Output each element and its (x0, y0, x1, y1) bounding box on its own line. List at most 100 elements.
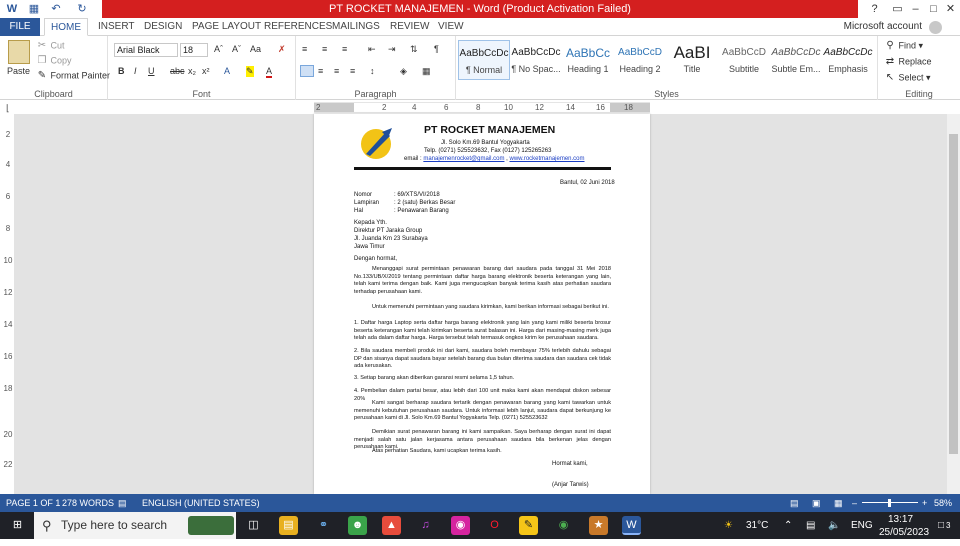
subscript-icon[interactable]: x₂ (188, 66, 196, 76)
select-button[interactable]: ↖ Select ▾ (884, 72, 931, 84)
language[interactable]: ENGLISH (UNITED STATES) (142, 494, 260, 512)
app-icon[interactable]: ⚭ (314, 516, 333, 535)
highlight-icon[interactable]: ✎ (246, 66, 254, 77)
bullets-icon[interactable]: ≡ (302, 44, 307, 54)
style-no-spacing[interactable]: AaBbCcDc ¶ No Spac... (510, 40, 562, 80)
replace-button[interactable]: ⇄ Replace (884, 56, 932, 68)
tab-insert[interactable]: INSERT (92, 18, 141, 36)
paste-button[interactable]: Paste (7, 66, 30, 76)
zoom-out-icon[interactable]: – (852, 494, 857, 512)
notification-icon[interactable]: □ (938, 512, 944, 539)
volume-icon[interactable]: 🔈 (828, 512, 840, 539)
borders-icon[interactable]: ▦ (422, 66, 431, 77)
underline-icon[interactable]: U (148, 66, 155, 76)
app-icon[interactable]: ✎ (519, 516, 538, 535)
strikethrough-icon[interactable]: abc (170, 66, 185, 76)
vertical-ruler[interactable]: 2 4 6 8 10 12 14 16 18 20 22 (3, 118, 13, 493)
align-right-icon[interactable]: ≡ (334, 66, 339, 76)
chrome-icon[interactable]: ◉ (554, 516, 573, 535)
keyboard-language[interactable]: ENG (851, 512, 873, 539)
clear-format-icon[interactable]: ✗ (278, 44, 286, 55)
tab-page-layout[interactable]: PAGE LAYOUT (186, 18, 267, 36)
email-link[interactable]: manajemenrocket@gmail.com (423, 156, 504, 162)
document-area[interactable]: PT ROCKET MANAJEMEN Jl. Solo Km.69 Bantu… (14, 114, 947, 494)
tab-mailings[interactable]: MAILINGS (326, 18, 386, 36)
web-layout-icon[interactable]: ▦ (834, 494, 843, 512)
horizontal-ruler[interactable]: 2 2 4 6 8 10 12 14 16 18 (314, 102, 650, 113)
increase-indent-icon[interactable]: ⇥ (388, 44, 396, 55)
page-count[interactable]: PAGE 1 OF 1 (6, 494, 60, 512)
superscript-icon[interactable]: x² (202, 66, 210, 76)
word-taskbar-icon[interactable]: W (622, 516, 641, 535)
vertical-scrollbar[interactable] (947, 114, 960, 494)
undo-icon[interactable]: ↶ (48, 1, 64, 17)
scroll-thumb[interactable] (949, 134, 958, 454)
font-name-combo[interactable]: Arial Black (114, 43, 178, 57)
text-effects-icon[interactable]: A (224, 66, 230, 76)
print-layout-icon[interactable]: ▣ (812, 494, 821, 512)
cut-button[interactable]: ✂ Cut (36, 40, 65, 52)
grow-font-icon[interactable]: Aˆ (214, 44, 223, 54)
word-count[interactable]: 278 WORDS (62, 494, 114, 512)
tab-file[interactable]: FILE (0, 18, 40, 36)
multilevel-list-icon[interactable]: ≡ (342, 44, 347, 54)
align-left-icon[interactable] (300, 65, 314, 77)
clock-date[interactable]: 25/05/2023 (879, 519, 929, 546)
align-center-icon[interactable]: ≡ (318, 66, 323, 76)
opera-icon[interactable]: O (485, 516, 504, 535)
windows-start-icon[interactable]: ⊞ (8, 516, 27, 535)
line-spacing-icon[interactable]: ↕ (370, 66, 375, 76)
save-icon[interactable]: ▦ (26, 1, 42, 17)
account-name[interactable]: Microsoft account (844, 18, 922, 36)
find-button[interactable]: ⚲ Find ▾ (884, 40, 923, 52)
web-link[interactable]: www.rocketmanajemen.com (509, 156, 584, 162)
weather-icon[interactable]: ☀ (724, 512, 733, 539)
style-title[interactable]: AaBI Title (666, 40, 718, 80)
italic-icon[interactable]: I (134, 66, 137, 76)
tray-chevron-icon[interactable]: ⌃ (784, 512, 792, 539)
sort-icon[interactable]: ⇅ (410, 44, 418, 55)
help-icon[interactable]: ? (862, 0, 887, 18)
change-case-icon[interactable]: Aa (250, 44, 261, 54)
file-explorer-icon[interactable]: ▤ (279, 516, 298, 535)
format-painter-button[interactable]: ✎ Format Painter (36, 70, 110, 82)
document-page[interactable]: PT ROCKET MANAJEMEN Jl. Solo Km.69 Bantu… (314, 114, 650, 494)
app-icon[interactable]: ▲ (382, 516, 401, 535)
shading-icon[interactable]: ◈ (400, 66, 407, 77)
zoom-level[interactable]: 58% (934, 494, 952, 512)
style-heading-2[interactable]: AaBbCcD Heading 2 (614, 40, 666, 80)
decrease-indent-icon[interactable]: ⇤ (368, 44, 376, 55)
style-emphasis[interactable]: AaBbCcDc Emphasis (822, 40, 874, 80)
close-button[interactable]: ✕ (938, 0, 960, 18)
font-color-icon[interactable]: A (266, 66, 273, 78)
read-mode-icon[interactable]: ▤ (790, 494, 799, 512)
tab-review[interactable]: REVIEW (384, 18, 435, 36)
style-heading-1[interactable]: AaBbCc Heading 1 (562, 40, 614, 80)
tab-design[interactable]: DESIGN (138, 18, 188, 36)
style-normal[interactable]: AaBbCcDc ¶ Normal (458, 40, 510, 80)
zoom-in-icon[interactable]: + (922, 494, 927, 512)
justify-icon[interactable]: ≡ (350, 66, 355, 76)
show-formatting-icon[interactable]: ¶ (434, 44, 439, 54)
task-view-icon[interactable]: ◫ (244, 516, 263, 535)
weather-temp[interactable]: 31°C (746, 512, 768, 539)
shrink-font-icon[interactable]: Aˇ (232, 44, 241, 54)
copy-button[interactable]: ❐ Copy (36, 55, 72, 67)
redo-icon[interactable]: ↻ (74, 1, 90, 17)
avatar[interactable] (929, 21, 942, 34)
font-size-combo[interactable]: 18 (180, 43, 208, 57)
tab-home[interactable]: HOME (44, 18, 88, 36)
bold-icon[interactable]: B (118, 66, 125, 76)
instagram-icon[interactable]: ◉ (451, 516, 470, 535)
paste-icon[interactable] (8, 40, 30, 64)
network-icon[interactable]: ▤ (806, 512, 815, 539)
style-subtitle[interactable]: AaBbCcD Subtitle (718, 40, 770, 80)
app-icon[interactable]: ★ (589, 516, 608, 535)
game-icon[interactable]: ☻ (348, 516, 367, 535)
numbering-icon[interactable]: ≡ (322, 44, 327, 54)
style-subtle-emphasis[interactable]: AaBbCcDc Subtle Em... (770, 40, 822, 80)
proofing-icon[interactable]: ▤ (118, 494, 127, 512)
tab-selector-icon[interactable]: ⌊ (6, 103, 10, 114)
tab-view[interactable]: VIEW (432, 18, 470, 36)
app-icon[interactable]: ♫ (416, 516, 435, 535)
